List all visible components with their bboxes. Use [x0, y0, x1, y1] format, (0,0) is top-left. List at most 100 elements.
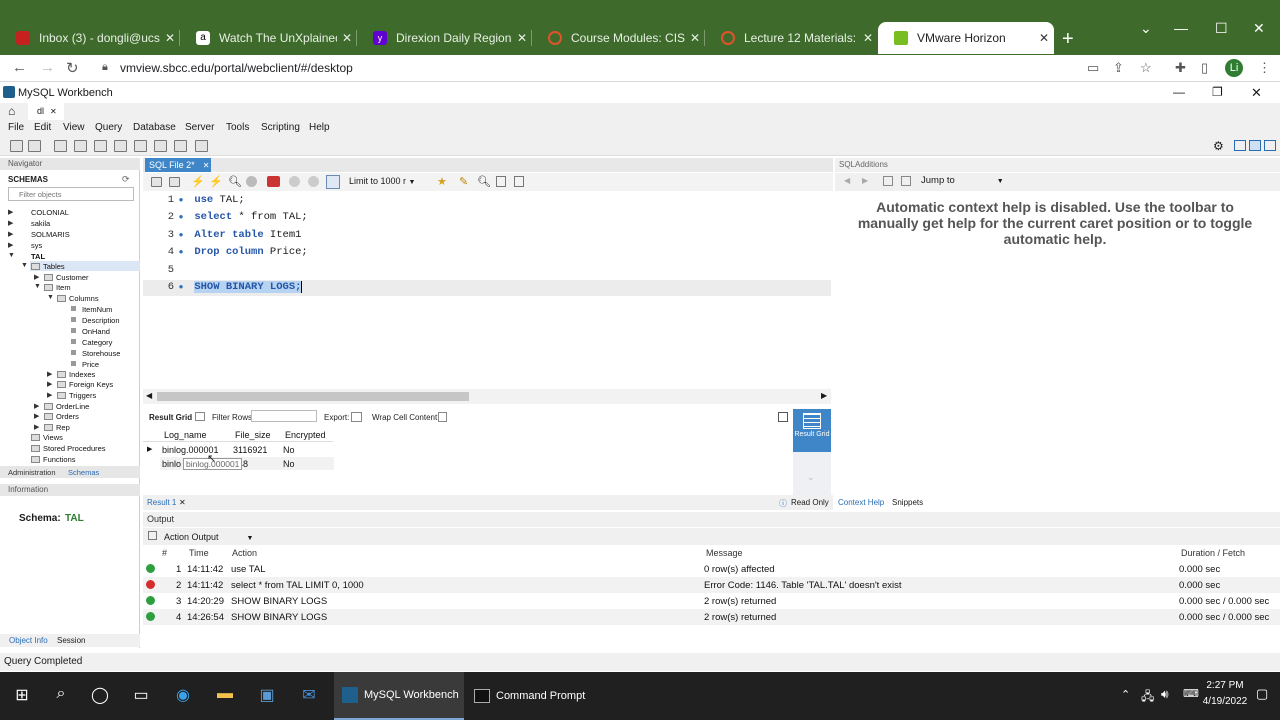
commit-icon[interactable]: [289, 176, 300, 187]
extensions-icon[interactable]: ✚: [1175, 60, 1186, 76]
limit-rows-select[interactable]: Limit to 1000 r ▼: [349, 176, 415, 186]
schema-tal[interactable]: TAL: [31, 252, 45, 261]
expand-icon[interactable]: ▶: [34, 423, 39, 431]
keyboard-icon[interactable]: ⌨: [1183, 687, 1199, 700]
filter-objects-input[interactable]: [8, 187, 134, 201]
close-window-icon[interactable]: ✕: [1253, 20, 1265, 37]
chevron-down-icon[interactable]: ⌄: [807, 472, 815, 483]
execute-current-icon[interactable]: ⚡: [209, 175, 223, 188]
column-item[interactable]: ItemNum: [82, 305, 112, 314]
tab-object-info[interactable]: Object Info: [9, 636, 48, 645]
tab-administration[interactable]: Administration: [8, 468, 56, 477]
expand-icon[interactable]: ▶: [47, 370, 52, 378]
result-tab[interactable]: Result 1: [147, 498, 176, 507]
schema-sys[interactable]: sys: [31, 241, 42, 250]
search-icon[interactable]: ⌕: [50, 685, 72, 707]
column-header[interactable]: File_size: [235, 430, 271, 440]
notifications-icon[interactable]: ▢: [1256, 686, 1268, 702]
close-icon[interactable]: ✕: [1034, 31, 1054, 45]
screenshot-icon[interactable]: ▭: [1087, 60, 1099, 76]
stop-icon[interactable]: [246, 176, 257, 187]
mail-icon[interactable]: ✉: [298, 685, 320, 707]
connection-tab[interactable]: dl ✕: [28, 103, 64, 120]
code-line-2[interactable]: 2 ● select * from TAL;: [160, 209, 308, 225]
scrollbar-thumb[interactable]: [157, 392, 469, 401]
refresh-icon[interactable]: ⟳: [122, 174, 130, 185]
new-query-icon[interactable]: [10, 140, 23, 152]
code-line-3[interactable]: 3 ● Alter table Item1: [160, 227, 302, 243]
collapse-icon[interactable]: ▼: [8, 252, 15, 259]
beautify-icon[interactable]: ★: [437, 175, 447, 188]
tray-chevron-icon[interactable]: ⌃: [1121, 688, 1130, 701]
store-icon[interactable]: ▣: [256, 685, 278, 707]
code-line-1[interactable]: 1 ● use TAL;: [160, 192, 245, 208]
autocommit-icon[interactable]: [326, 175, 340, 189]
schema-colonial[interactable]: COLONIAL: [31, 208, 69, 217]
columns-node[interactable]: Columns: [69, 294, 99, 303]
edge-icon[interactable]: ◉: [172, 685, 194, 707]
close-icon[interactable]: ✕: [337, 31, 357, 45]
table-item[interactable]: Item: [56, 283, 71, 292]
toggle-panel-icon[interactable]: [778, 412, 788, 422]
menu-file[interactable]: File: [8, 122, 24, 133]
functions-node[interactable]: Functions: [43, 455, 76, 464]
new-tab-button[interactable]: +: [1062, 28, 1074, 51]
code-line-4[interactable]: 4 ● Drop column Price;: [160, 244, 308, 260]
column-item[interactable]: Description: [82, 316, 120, 325]
expand-icon[interactable]: ▶: [8, 219, 13, 227]
browser-tab-amazon[interactable]: a Watch The UnXplained - S ✕: [180, 22, 357, 54]
auto-help-icon[interactable]: [901, 176, 911, 186]
forward-icon[interactable]: ▶: [862, 176, 868, 185]
share-icon[interactable]: ⇪: [1113, 60, 1124, 76]
action-output-select[interactable]: Action Output ▼: [164, 532, 253, 542]
close-icon[interactable]: ✕: [50, 107, 57, 116]
create-procedure-icon[interactable]: [134, 140, 147, 152]
close-icon[interactable]: ✕: [858, 31, 878, 45]
maximize-icon[interactable]: ☐: [1215, 20, 1228, 37]
find-icon[interactable]: 🔍︎: [477, 175, 491, 188]
close-icon[interactable]: ✕: [160, 31, 180, 45]
forward-icon[interactable]: →: [40, 59, 55, 76]
tab-schemas[interactable]: Schemas: [68, 468, 99, 477]
create-schema-icon[interactable]: [74, 140, 87, 152]
profile-avatar[interactable]: Li: [1225, 59, 1243, 77]
result-grid-side-button[interactable]: Result Grid: [793, 409, 831, 452]
close-icon[interactable]: ✕: [512, 31, 532, 45]
taskbar-app-workbench[interactable]: MySQL Workbench: [334, 672, 464, 720]
volume-icon[interactable]: 🔊︎: [1161, 687, 1169, 702]
windows-start-icon[interactable]: ⊞: [11, 685, 33, 707]
close-icon[interactable]: ✕: [685, 31, 705, 45]
scroll-right-icon[interactable]: ▶: [821, 391, 827, 400]
expand-icon[interactable]: ▶: [8, 230, 13, 238]
wrap-lines-icon[interactable]: [514, 176, 524, 187]
search-table-icon[interactable]: [174, 140, 187, 152]
reconnect-icon[interactable]: [195, 140, 208, 152]
expand-icon[interactable]: ▶: [34, 402, 39, 410]
create-view-icon[interactable]: [114, 140, 127, 152]
beautify-brush-icon[interactable]: ✎: [459, 175, 468, 188]
expand-icon[interactable]: ▶: [34, 273, 39, 281]
back-icon[interactable]: ◀: [844, 176, 850, 185]
collapse-icon[interactable]: ▼: [47, 294, 54, 301]
tab-context-help[interactable]: Context Help: [838, 498, 884, 507]
code-line-5[interactable]: 5: [160, 262, 174, 278]
browser-tab-canvas-modules[interactable]: Course Modules: CIS-107- ✕: [532, 22, 705, 54]
explain-icon[interactable]: 🔍︎: [228, 175, 242, 188]
schema-solmaris[interactable]: SOLMARIS: [31, 230, 70, 239]
inspector-icon[interactable]: [54, 140, 67, 152]
wrap-cell-icon[interactable]: [438, 412, 447, 422]
column-header[interactable]: Encrypted: [285, 430, 326, 440]
invisible-chars-icon[interactable]: [496, 176, 506, 187]
restore-icon[interactable]: ❐: [1212, 85, 1223, 99]
menu-scripting[interactable]: Scripting: [261, 122, 300, 133]
layout-toggle-bottom-icon[interactable]: [1249, 140, 1261, 151]
table-cell[interactable]: binlo: [162, 459, 181, 469]
filter-rows-input[interactable]: [251, 410, 317, 422]
sql-file-tab[interactable]: SQL File 2* ✕: [145, 158, 211, 172]
menu-edit[interactable]: Edit: [34, 122, 51, 133]
layout-toggle-right-icon[interactable]: [1264, 140, 1276, 151]
rollback-icon[interactable]: [308, 176, 319, 187]
task-view-icon[interactable]: ▭: [130, 685, 152, 707]
save-icon[interactable]: [169, 177, 180, 187]
tab-session[interactable]: Session: [57, 636, 85, 645]
